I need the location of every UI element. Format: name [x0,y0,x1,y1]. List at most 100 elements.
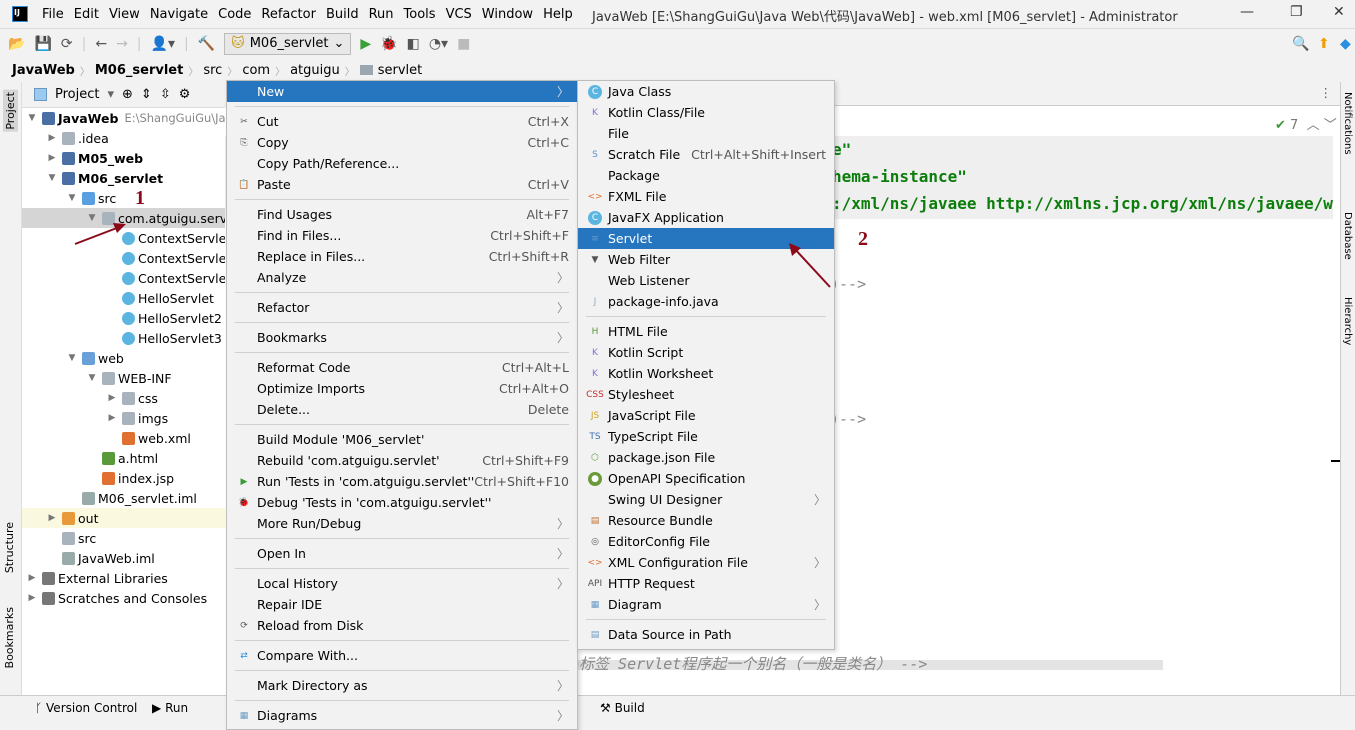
chevron-right-icon[interactable]: ▶ [46,513,58,523]
menu-build[interactable]: Build [326,7,359,22]
update-icon[interactable]: ⬆ [1318,36,1330,52]
hierarchy-tool-tab[interactable]: Hierarchy [1342,297,1353,345]
tree-item[interactable]: index.jsp [22,468,225,488]
run-tab[interactable]: ▶ Run [152,701,188,715]
menu-edit[interactable]: Edit [74,7,99,22]
menu-item-replace-in-files[interactable]: Replace in Files... Ctrl+Shift+R [227,246,577,267]
menu-item-more-run-debug[interactable]: More Run/Debug 〉 [227,513,577,534]
menu-item-servlet[interactable]: ≡ Servlet [578,228,834,249]
chevron-down-icon[interactable]: ▼ [26,113,38,123]
menu-item-copy[interactable]: ⎘ Copy Ctrl+C [227,132,577,153]
tree-item[interactable]: HelloServlet3 [22,328,225,348]
menu-item-delete[interactable]: Delete... Delete [227,399,577,420]
menu-item-stylesheet[interactable]: CSS Stylesheet [578,384,834,405]
project-tool-tab[interactable]: Project [3,90,18,132]
menu-item-typescript-file[interactable]: TS TypeScript File [578,426,834,447]
tree-item[interactable]: ▼ web [22,348,225,368]
menu-item-html-file[interactable]: H HTML File [578,321,834,342]
tree-item[interactable]: HelloServlet [22,288,225,308]
menu-item-javafx-application[interactable]: C JavaFX Application [578,207,834,228]
menu-item-new[interactable]: New 〉 [227,81,577,102]
run-configuration-select[interactable]: 🐱 M06_servlet ⌄ [224,32,352,55]
menu-run[interactable]: Run [369,7,394,22]
menu-item-kotlin-class-file[interactable]: K Kotlin Class/File [578,102,834,123]
jetbrains-icon[interactable]: ◆ [1340,36,1351,52]
tree-item[interactable]: ▼ com.atguigu.servlet [22,208,225,228]
menu-item-editorconfig-file[interactable]: ◎ EditorConfig File [578,531,834,552]
menu-item-repair-ide[interactable]: Repair IDE [227,594,577,615]
tree-item[interactable]: ▼ src [22,188,225,208]
tree-item[interactable]: ▶ .idea [22,128,225,148]
coverage-icon[interactable]: ◧ [407,36,420,52]
gear-icon[interactable]: ⚙ [179,87,191,102]
chevron-right-icon[interactable]: ▶ [106,393,118,403]
tree-item[interactable]: ▼ JavaWeb E:\ShangGuiGu\Ja [22,108,225,128]
search-icon[interactable]: 🔍 [1292,36,1309,52]
close-button[interactable]: ✕ [1333,4,1345,20]
minimize-button[interactable]: — [1240,4,1254,20]
tree-item[interactable]: ▶ out [22,508,225,528]
restore-button[interactable]: ❐ [1290,4,1303,20]
sync-icon[interactable]: ⟳ [61,36,73,52]
tree-item[interactable]: ▶ External Libraries [22,568,225,588]
menu-item-find-in-files[interactable]: Find in Files... Ctrl+Shift+F [227,225,577,246]
menu-item-cut[interactable]: ✂ Cut Ctrl+X [227,111,577,132]
menu-item-http-request[interactable]: API HTTP Request [578,573,834,594]
tree-item[interactable]: ▶ M05_web [22,148,225,168]
debug-icon[interactable]: 🐞 [380,36,397,52]
inspection-widget[interactable]: ✔ 7 ︿ ﹀ [1275,114,1337,133]
menu-item-reload-from-disk[interactable]: ⟳ Reload from Disk [227,615,577,636]
tree-item[interactable]: HelloServlet2 [22,308,225,328]
menu-item-diagram[interactable]: ▦ Diagram 〉 [578,594,834,615]
menu-tools[interactable]: Tools [404,7,436,22]
menu-item-kotlin-worksheet[interactable]: K Kotlin Worksheet [578,363,834,384]
menu-item-compare-with[interactable]: ⇄ Compare With... [227,645,577,666]
tree-item[interactable]: ▼ WEB-INF [22,368,225,388]
menu-item-mark-directory-as[interactable]: Mark Directory as 〉 [227,675,577,696]
tree-item[interactable]: ▶ css [22,388,225,408]
breadcrumb-item[interactable]: com [242,63,270,78]
menu-vcs[interactable]: VCS [446,7,472,22]
menu-item-open-in[interactable]: Open In 〉 [227,543,577,564]
locate-icon[interactable]: ⊕ [122,87,133,102]
chevron-down-icon[interactable]: ▼ [66,193,78,203]
menu-file[interactable]: File [42,7,64,22]
chevron-right-icon[interactable]: ▶ [26,593,38,603]
build-hammer-icon[interactable]: 🔨 [198,36,215,52]
breadcrumb-item[interactable]: servlet [378,63,423,78]
menu-item-rebuild-com-atguigu-servlet[interactable]: Rebuild 'com.atguigu.servlet' Ctrl+Shift+… [227,450,577,471]
menu-item-bookmarks[interactable]: Bookmarks 〉 [227,327,577,348]
menu-help[interactable]: Help [543,7,573,22]
back-icon[interactable]: ← [95,36,107,52]
menu-navigate[interactable]: Navigate [150,7,208,22]
version-control-tab[interactable]: ᚴ Version Control [35,701,137,715]
chevron-right-icon[interactable]: ▶ [46,153,58,163]
run-icon[interactable]: ▶ [360,36,371,52]
menu-item-scratch-file[interactable]: S Scratch File Ctrl+Alt+Shift+Insert [578,144,834,165]
forward-icon[interactable]: → [116,36,128,52]
chevron-right-icon[interactable]: ▶ [106,413,118,423]
menu-item-find-usages[interactable]: Find Usages Alt+F7 [227,204,577,225]
menu-item-optimize-imports[interactable]: Optimize Imports Ctrl+Alt+O [227,378,577,399]
chevron-down-icon[interactable]: ▼ [46,173,58,183]
menu-item-copy-path-reference[interactable]: Copy Path/Reference... [227,153,577,174]
chevron-down-icon[interactable]: ▼ [86,373,98,383]
vcs-user-icon[interactable]: 👤▾ [151,36,175,52]
project-view-select[interactable]: Project [55,87,99,102]
stop-icon[interactable]: ■ [457,36,470,52]
menu-item-xml-configuration-file[interactable]: <> XML Configuration File 〉 [578,552,834,573]
chevron-down-icon[interactable]: ▼ [66,353,78,363]
menu-item-file[interactable]: File [578,123,834,144]
menu-item-diagrams[interactable]: ▦ Diagrams 〉 [227,705,577,726]
menu-item-local-history[interactable]: Local History 〉 [227,573,577,594]
open-icon[interactable]: 📂 [8,36,25,52]
chevron-down-icon[interactable]: ﹀ [1324,118,1337,133]
menu-item-package-json-file[interactable]: ⬡ package.json File [578,447,834,468]
tree-item[interactable]: a.html [22,448,225,468]
menu-item-swing-ui-designer[interactable]: Swing UI Designer 〉 [578,489,834,510]
menu-item-kotlin-script[interactable]: K Kotlin Script [578,342,834,363]
menu-item-web-filter[interactable]: ▼ Web Filter [578,249,834,270]
menu-item-package[interactable]: Package [578,165,834,186]
tree-item[interactable]: ▶ imgs [22,408,225,428]
breadcrumb-item[interactable]: JavaWeb [12,63,75,78]
